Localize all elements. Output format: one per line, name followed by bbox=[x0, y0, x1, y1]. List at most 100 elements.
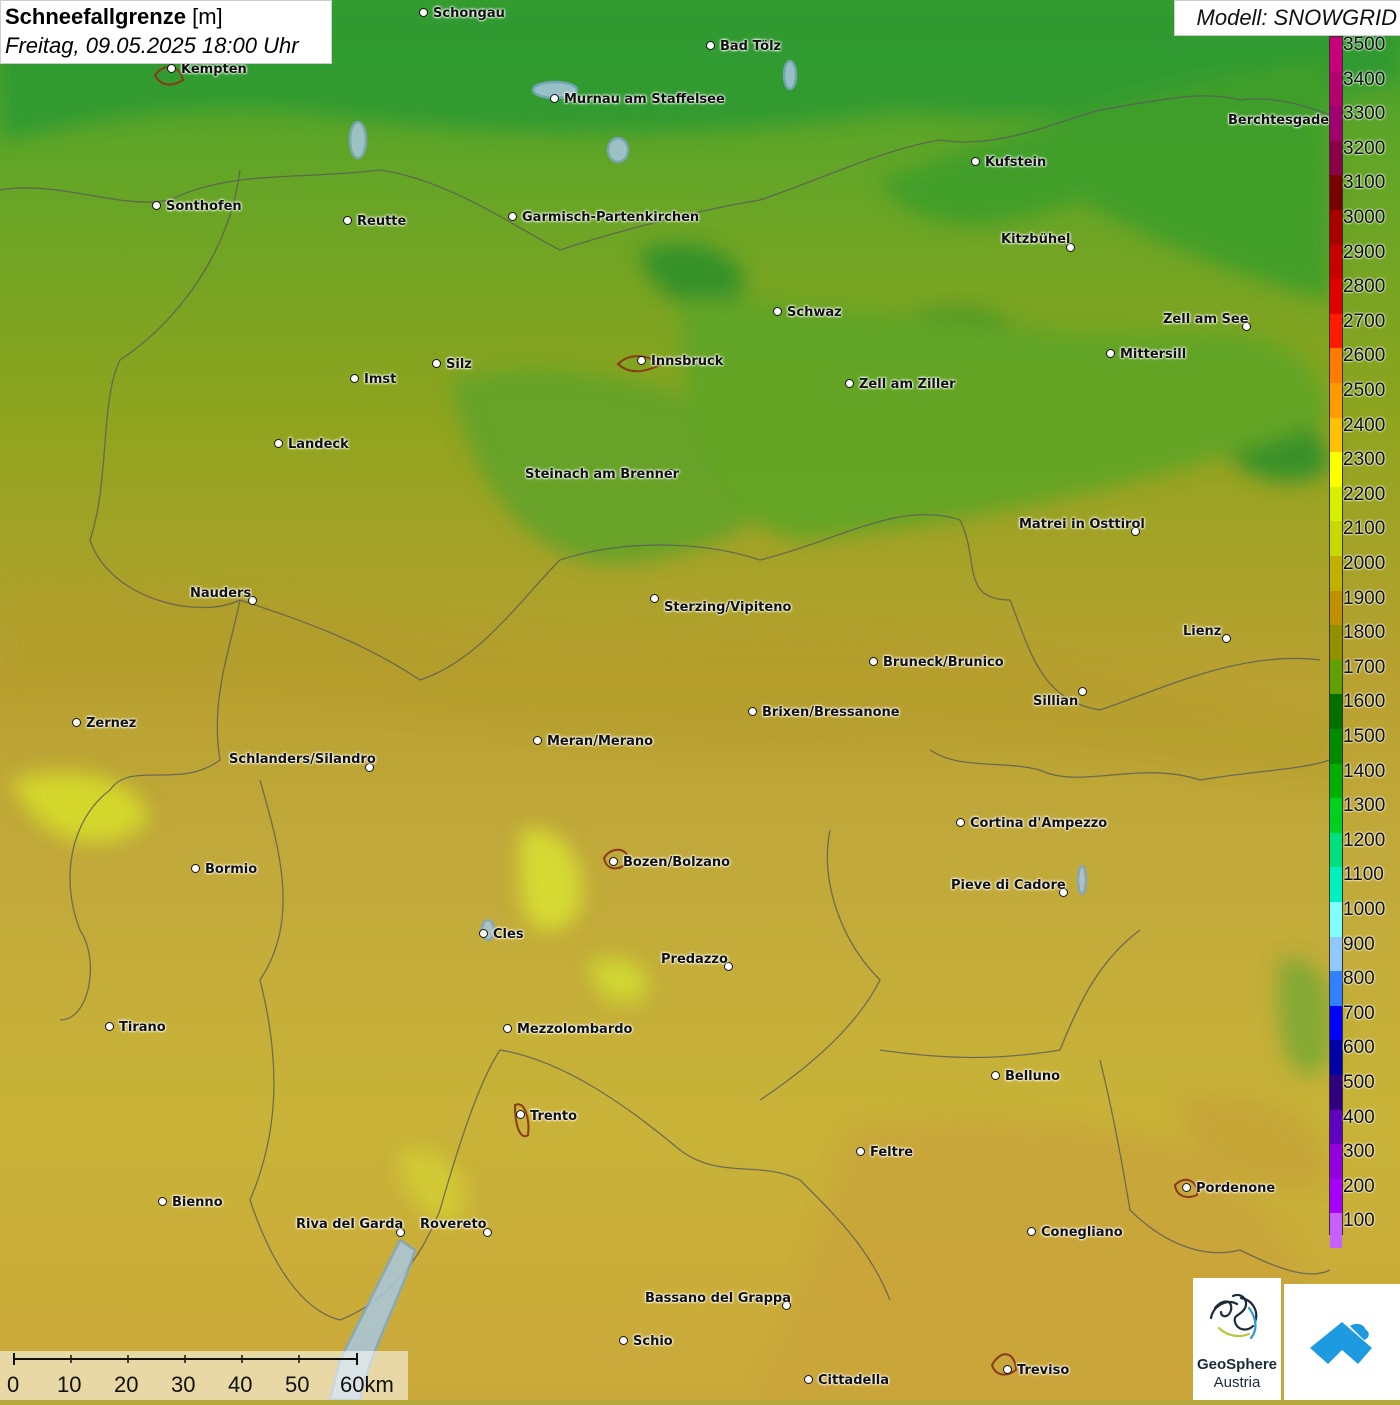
city-marker[interactable] bbox=[479, 929, 488, 938]
city-label[interactable]: Garmisch-Partenkirchen bbox=[522, 210, 699, 225]
city-label[interactable]: Bassano del Grappa bbox=[645, 1291, 791, 1306]
city-marker[interactable] bbox=[637, 356, 646, 365]
city-marker[interactable] bbox=[991, 1071, 1000, 1080]
city-label[interactable]: Riva del Garda bbox=[296, 1217, 403, 1232]
city-label[interactable]: Predazzo bbox=[661, 952, 728, 967]
legend-label: 1100 bbox=[1343, 864, 1384, 886]
city-marker[interactable] bbox=[845, 379, 854, 388]
city-label[interactable]: Mezzolombardo bbox=[517, 1022, 632, 1037]
city-marker[interactable] bbox=[508, 212, 517, 221]
legend-label: 2500 bbox=[1343, 380, 1386, 401]
city-label[interactable]: Murnau am Staffelsee bbox=[564, 92, 725, 107]
city-marker[interactable] bbox=[516, 1110, 525, 1119]
snow-app-logo[interactable] bbox=[1284, 1284, 1400, 1400]
legend-swatch bbox=[1330, 1178, 1342, 1214]
city-marker[interactable] bbox=[343, 216, 352, 225]
city-label[interactable]: Bormio bbox=[205, 862, 257, 877]
city-marker[interactable] bbox=[1182, 1183, 1191, 1192]
city-marker[interactable] bbox=[971, 157, 980, 166]
city-label[interactable]: Schio bbox=[633, 1334, 673, 1349]
city-label[interactable]: Meran/Merano bbox=[547, 734, 653, 749]
city-marker[interactable] bbox=[419, 8, 428, 17]
city-label[interactable]: Zell am See bbox=[1163, 312, 1249, 327]
city-label[interactable]: Belluno bbox=[1005, 1069, 1060, 1084]
city-marker[interactable] bbox=[804, 1375, 813, 1384]
city-label[interactable]: Treviso bbox=[1017, 1363, 1069, 1378]
city-label[interactable]: Trento bbox=[530, 1109, 577, 1124]
city-marker[interactable] bbox=[432, 359, 441, 368]
city-marker[interactable] bbox=[706, 41, 715, 50]
legend-label: 800 bbox=[1343, 968, 1375, 990]
city-label[interactable]: Zell am Ziller bbox=[859, 377, 956, 392]
city-label[interactable]: Brixen/Bressanone bbox=[762, 705, 900, 720]
city-label[interactable]: Landeck bbox=[288, 437, 349, 452]
city-label[interactable]: Kufstein bbox=[985, 155, 1046, 170]
city-marker[interactable] bbox=[191, 864, 200, 873]
city-marker[interactable] bbox=[609, 857, 618, 866]
city-label[interactable]: Berchtesgaden bbox=[1228, 113, 1338, 128]
city-label[interactable]: Rovereto bbox=[420, 1217, 487, 1232]
legend-label: 3400 bbox=[1343, 68, 1386, 90]
city-label[interactable]: Schongau bbox=[433, 6, 505, 21]
city-label[interactable]: Bad Tölz bbox=[720, 39, 781, 54]
city-marker[interactable] bbox=[158, 1197, 167, 1206]
city-marker[interactable] bbox=[856, 1147, 865, 1156]
geosphere-logo[interactable]: GeoSphere Austria bbox=[1193, 1278, 1281, 1400]
scale-tick-label: 20 bbox=[114, 1372, 139, 1397]
city-label[interactable]: Schwaz bbox=[787, 305, 842, 320]
city-label[interactable]: Pieve di Cadore bbox=[951, 878, 1066, 893]
city-label[interactable]: Mittersill bbox=[1120, 347, 1186, 362]
city-label[interactable]: Lienz bbox=[1183, 624, 1221, 639]
city-marker[interactable] bbox=[350, 374, 359, 383]
city-label[interactable]: Sterzing/Vipiteno bbox=[664, 600, 791, 615]
city-label[interactable]: Bienno bbox=[172, 1195, 223, 1210]
city-label[interactable]: Zernez bbox=[86, 716, 136, 731]
city-marker[interactable] bbox=[1003, 1365, 1012, 1374]
city-label[interactable]: Cles bbox=[493, 927, 524, 942]
city-label[interactable]: Silz bbox=[446, 357, 472, 372]
city-label[interactable]: Steinach am Brenner bbox=[525, 467, 679, 482]
city-label[interactable]: Feltre bbox=[870, 1145, 913, 1160]
city-label[interactable]: Sillian bbox=[1033, 694, 1078, 709]
city-marker[interactable] bbox=[1222, 634, 1231, 643]
city-marker[interactable] bbox=[550, 94, 559, 103]
city-label[interactable]: Tirano bbox=[119, 1020, 166, 1035]
city-marker[interactable] bbox=[956, 818, 965, 827]
city-marker[interactable] bbox=[1078, 687, 1087, 696]
city-marker[interactable] bbox=[503, 1024, 512, 1033]
city-marker[interactable] bbox=[167, 64, 176, 73]
city-label[interactable]: Conegliano bbox=[1041, 1225, 1123, 1240]
city-label[interactable]: Kitzbühel bbox=[1001, 232, 1070, 247]
map-title-box: Schneefallgrenze [m] Freitag, 09.05.2025… bbox=[0, 0, 332, 64]
city-label[interactable]: Reutte bbox=[357, 214, 406, 229]
city-label[interactable]: Pordenone bbox=[1196, 1181, 1275, 1196]
city-label[interactable]: Kempten bbox=[181, 62, 247, 77]
city-marker[interactable] bbox=[1106, 349, 1115, 358]
city-marker[interactable] bbox=[152, 201, 161, 210]
city-label[interactable]: Bozen/Bolzano bbox=[623, 855, 730, 870]
city-marker[interactable] bbox=[274, 439, 283, 448]
legend-label: 2900 bbox=[1343, 241, 1386, 263]
city-label[interactable]: Imst bbox=[364, 372, 396, 387]
city-label[interactable]: Bruneck/Brunico bbox=[883, 655, 1004, 670]
city-marker[interactable] bbox=[1027, 1227, 1036, 1236]
city-label[interactable]: Schlanders/Silandro bbox=[229, 752, 376, 767]
city-label[interactable]: Nauders bbox=[190, 586, 251, 601]
legend-swatch bbox=[1330, 659, 1342, 695]
city-marker[interactable] bbox=[869, 657, 878, 666]
city-marker[interactable] bbox=[105, 1022, 114, 1031]
geosphere-wordmark: GeoSphere bbox=[1196, 1356, 1278, 1373]
city-marker[interactable] bbox=[72, 718, 81, 727]
city-label[interactable]: Matrei in Osttirol bbox=[1019, 517, 1145, 532]
city-label[interactable]: Cortina d'Ampezzo bbox=[970, 816, 1107, 831]
city-marker[interactable] bbox=[533, 736, 542, 745]
city-marker[interactable] bbox=[773, 307, 782, 316]
city-marker[interactable] bbox=[619, 1336, 628, 1345]
city-label[interactable]: Cittadella bbox=[818, 1373, 889, 1388]
city-label[interactable]: Innsbruck bbox=[651, 354, 723, 369]
legend-swatch bbox=[1330, 625, 1342, 661]
legend-label: 2400 bbox=[1343, 414, 1386, 436]
city-label[interactable]: Sonthofen bbox=[166, 199, 242, 214]
city-marker[interactable] bbox=[650, 594, 659, 603]
city-marker[interactable] bbox=[748, 707, 757, 716]
